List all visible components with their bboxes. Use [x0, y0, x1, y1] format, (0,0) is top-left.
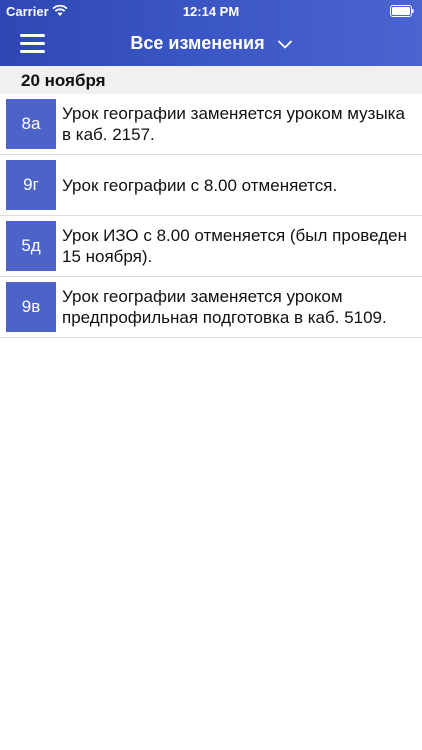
list-item[interactable]: 8а Урок географии заменяется уроком музы… [0, 94, 422, 155]
list-item[interactable]: 9г Урок географии с 8.00 отменяется. [0, 155, 422, 216]
class-badge: 9в [6, 282, 56, 332]
change-description: Урок географии заменяется уроком предпро… [62, 287, 387, 327]
class-badge: 9г [6, 160, 56, 210]
status-bar: Carrier 12:14 PM [0, 0, 422, 22]
clock: 12:14 PM [182, 4, 240, 19]
section-date: 20 ноября [21, 71, 106, 90]
changes-list: 8а Урок географии заменяется уроком музы… [0, 94, 422, 338]
change-description: Урок географии заменяется уроком музыка … [62, 104, 405, 144]
filter-dropdown[interactable]: Все изменения [0, 33, 422, 54]
class-badge: 5д [6, 221, 56, 271]
class-badge: 8а [6, 99, 56, 149]
battery-icon [390, 5, 414, 17]
nav-title: Все изменения [130, 33, 265, 53]
change-description: Урок ИЗО с 8.00 отменяется (был проведен… [62, 226, 407, 266]
section-header: 20 ноября [0, 66, 422, 94]
navigation-bar: Все изменения [0, 22, 422, 66]
chevron-down-icon [277, 40, 292, 49]
change-description: Урок географии с 8.00 отменяется. [62, 175, 338, 195]
list-item[interactable]: 9в Урок географии заменяется уроком пред… [0, 277, 422, 338]
list-item[interactable]: 5д Урок ИЗО с 8.00 отменяется (был прове… [0, 216, 422, 277]
top-bar: Carrier 12:14 PM Все изменения [0, 0, 422, 66]
